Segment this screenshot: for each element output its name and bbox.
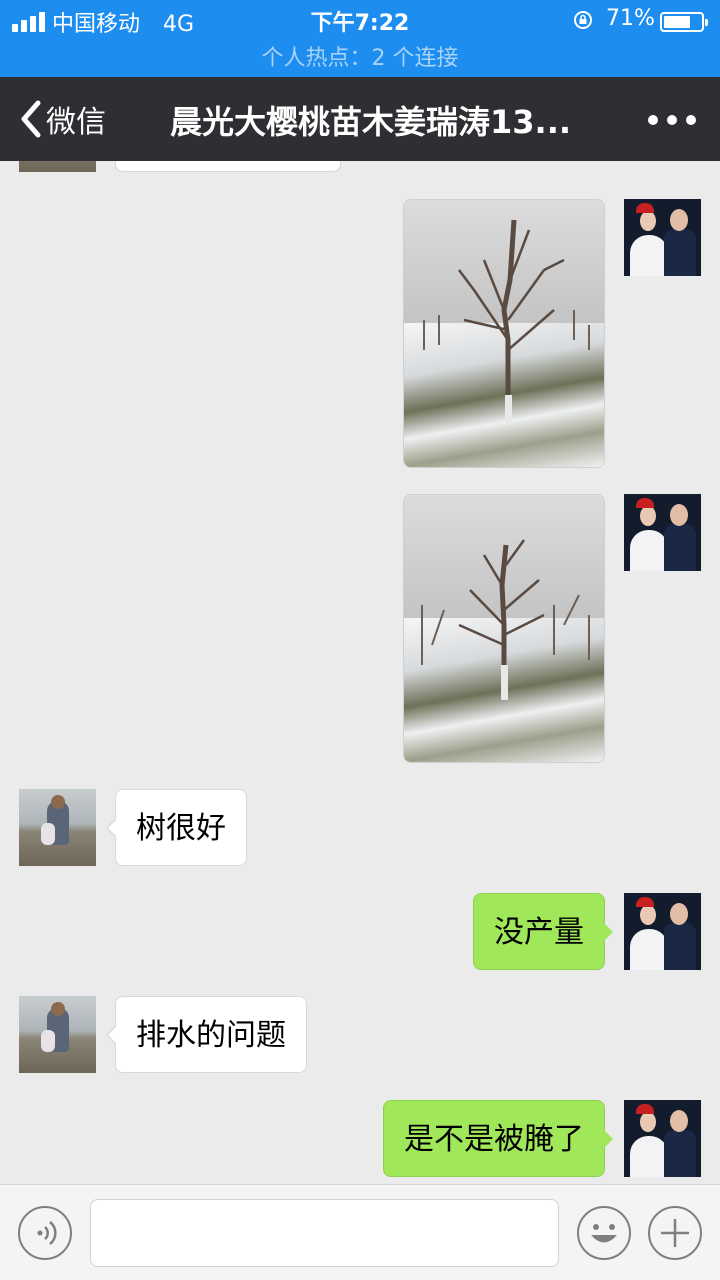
back-button[interactable]: 微信 <box>18 97 106 141</box>
hotspot-banner[interactable]: 个人热点：2 个连接 <box>0 40 720 72</box>
chevron-left-icon <box>21 100 41 138</box>
voice-button[interactable] <box>18 1206 72 1260</box>
message-input[interactable] <box>90 1199 559 1267</box>
contact-avatar[interactable] <box>19 996 96 1073</box>
message-bubble-partial[interactable] <box>115 161 341 172</box>
contact-avatar[interactable] <box>19 161 96 172</box>
image-message[interactable] <box>403 199 605 468</box>
my-avatar[interactable] <box>624 1100 701 1177</box>
battery-percent: 71% <box>606 6 655 31</box>
tree-icon <box>423 219 590 425</box>
back-label: 微信 <box>46 105 106 140</box>
message-bubble[interactable]: 排水的问题 <box>106 996 307 1073</box>
emoji-icon <box>591 1224 617 1243</box>
emoji-button[interactable] <box>577 1206 631 1260</box>
input-bar <box>0 1184 720 1280</box>
nav-bar: 微信 晨光大樱桃苗木姜瑞涛13... <box>0 77 720 161</box>
tree-icon <box>421 539 590 700</box>
status-bar: 中国移动 4G 下午7:22 71% 个人热点：2 个连接 <box>0 0 720 77</box>
message-bubble[interactable]: 树很好 <box>106 789 247 866</box>
my-avatar[interactable] <box>624 494 701 571</box>
image-message[interactable] <box>403 494 605 763</box>
voice-icon <box>37 1221 57 1245</box>
chat-area[interactable]: 树很好 没产量 排水的问题 是不是被腌了 <box>0 161 720 1184</box>
message-bubble[interactable]: 是不是被腌了 <box>383 1100 613 1177</box>
plus-icon <box>661 1219 689 1247</box>
chat-title: 晨光大樱桃苗木姜瑞涛13... <box>170 103 572 141</box>
plus-button[interactable] <box>648 1206 702 1260</box>
my-avatar[interactable] <box>624 893 701 970</box>
more-icon[interactable] <box>648 115 696 125</box>
message-bubble[interactable]: 没产量 <box>473 893 613 970</box>
my-avatar[interactable] <box>624 199 701 276</box>
contact-avatar[interactable] <box>19 789 96 866</box>
rotation-lock-icon <box>574 11 592 29</box>
battery-icon <box>660 12 708 32</box>
